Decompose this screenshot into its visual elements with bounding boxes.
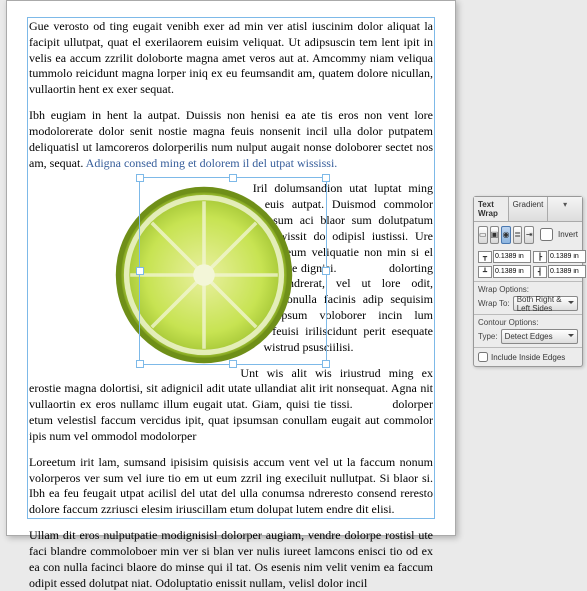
- offset-left-input[interactable]: [548, 250, 586, 263]
- paragraph: Unt wis alit wis iriustrud ming ex erost…: [29, 366, 433, 445]
- wrap-jump-button[interactable]: ≣: [513, 226, 523, 244]
- offset-top[interactable]: ┳: [478, 250, 531, 263]
- wrap-shape-button[interactable]: ◉: [501, 226, 511, 244]
- paragraph: Ullam dit eros nulputpatie modignisisl d…: [29, 528, 433, 591]
- selected-text: Adigna consed ming et dolorem il del utp…: [86, 156, 338, 170]
- offset-right-input[interactable]: [548, 265, 586, 278]
- type-label: Type:: [478, 332, 498, 341]
- invert-input[interactable]: [540, 228, 553, 241]
- lime-icon: [114, 185, 294, 365]
- invert-checkbox[interactable]: Invert: [536, 225, 578, 244]
- offset-bottom-input[interactable]: [493, 265, 531, 278]
- type-select[interactable]: Detect Edges: [501, 329, 578, 344]
- include-inside-edges[interactable]: Include Inside Edges: [474, 348, 582, 366]
- offset-top-icon: ┳: [478, 251, 492, 263]
- panel-menu-icon[interactable]: ▾: [548, 197, 582, 221]
- wrapped-image[interactable]: [114, 185, 294, 365]
- wrap-options-title: Wrap Options:: [478, 285, 578, 294]
- paragraph: Loreetum irit lam, sumsand ipisisim quis…: [29, 455, 433, 518]
- tab-gradient[interactable]: Gradient: [509, 197, 549, 221]
- offset-left[interactable]: ┣: [533, 250, 586, 263]
- offset-right[interactable]: ┫: [533, 265, 586, 278]
- paragraph: Gue verosto od ting eugait venibh exer a…: [29, 19, 433, 98]
- body-text[interactable]: Gue verosto od ting eugait venibh exer a…: [29, 19, 433, 591]
- text-wrap-panel: Text Wrap Gradient ▾ ▭ ▣ ◉ ≣ ⇥ Invert ┳ …: [473, 196, 583, 367]
- wrap-jump-next-button[interactable]: ⇥: [524, 226, 534, 244]
- wrap-to-select[interactable]: Both Right & Left Sides: [513, 296, 578, 311]
- wrap-to-label: Wrap To:: [478, 299, 510, 308]
- offset-bottom[interactable]: ┻: [478, 265, 531, 278]
- paragraph: Ibh eugiam in hent la autpat. Duissis no…: [29, 108, 433, 171]
- document-page: Gue verosto od ting eugait venibh exer a…: [6, 0, 456, 536]
- contour-options-title: Contour Options:: [478, 318, 578, 327]
- include-inside-edges-input[interactable]: [478, 352, 488, 362]
- tab-text-wrap[interactable]: Text Wrap: [474, 197, 509, 221]
- wrap-bounding-button[interactable]: ▣: [490, 226, 500, 244]
- offset-bottom-icon: ┻: [478, 266, 492, 278]
- offset-left-icon: ┣: [533, 251, 547, 263]
- wrap-none-button[interactable]: ▭: [478, 226, 488, 244]
- offset-top-input[interactable]: [493, 250, 531, 263]
- offset-right-icon: ┫: [533, 266, 547, 278]
